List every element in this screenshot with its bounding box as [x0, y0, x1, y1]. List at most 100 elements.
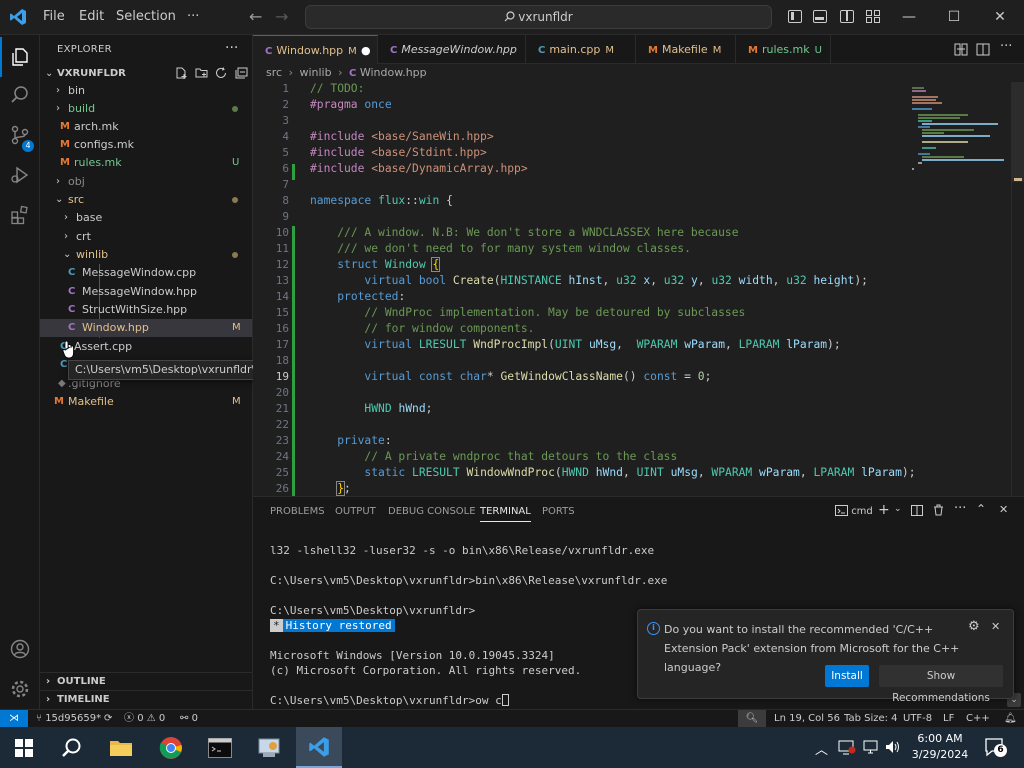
encoding[interactable]: UTF-8: [903, 710, 932, 727]
terminal-input[interactable]: C:\Users\vm5\Desktop\vxrunfldr>ow c: [270, 694, 502, 707]
tree-file-structwithsize-hpp[interactable]: C StructWithSize.hpp: [40, 301, 252, 319]
maximize-panel-icon[interactable]: ⌃: [976, 502, 986, 516]
tree-file-rules-mk[interactable]: M rules.mk U: [40, 154, 252, 172]
breadcrumb-item[interactable]: winlib: [299, 66, 331, 79]
command-center-search[interactable]: vxrunfldr: [305, 5, 772, 29]
tab-output[interactable]: OUTPUT: [335, 506, 376, 517]
line-ending[interactable]: LF: [943, 710, 954, 727]
close-window-button[interactable]: ✕: [977, 6, 1023, 28]
minimize-button[interactable]: —: [886, 6, 932, 28]
tree-file-messagewindow-cpp[interactable]: C MessageWindow.cpp: [40, 264, 252, 282]
tab-debug-console[interactable]: DEBUG CONSOLE: [388, 506, 476, 517]
remote-indicator-icon[interactable]: ⋊: [0, 710, 28, 727]
vscode-taskbar-icon[interactable]: [296, 727, 342, 768]
install-button[interactable]: Install: [825, 665, 869, 687]
tab-ports[interactable]: PORTS: [542, 506, 575, 517]
windows-start-icon[interactable]: [1, 727, 47, 768]
minimap[interactable]: [908, 84, 1018, 180]
zoom-search-icon[interactable]: 🔍︎: [738, 710, 766, 727]
sync-icon[interactable]: ⟳: [104, 710, 112, 727]
tree-file-window-hpp[interactable]: C Window.hpp M: [40, 319, 252, 337]
back-icon[interactable]: ←: [249, 7, 262, 26]
toggle-secondary-sidebar-icon[interactable]: [840, 10, 854, 23]
terminal-prompt[interactable]: C:\Users\vm5\Desktop\vxrunfldr>ow c: [270, 694, 509, 707]
timeline-section[interactable]: › TIMELINE: [40, 690, 252, 708]
breadcrumb-item[interactable]: src: [266, 66, 282, 79]
close-panel-icon[interactable]: ✕: [999, 503, 1008, 516]
tree-folder-build[interactable]: › build: [40, 100, 252, 118]
tree-folder-crt[interactable]: › crt: [40, 228, 252, 246]
tree-file-messagewindow-hpp[interactable]: C MessageWindow.hpp: [40, 283, 252, 301]
tray-chevron-up-icon[interactable]: ︿: [815, 739, 828, 758]
git-branch[interactable]: ⑂ 15d95659*: [36, 710, 101, 727]
panel-more-actions-icon[interactable]: ···: [954, 501, 966, 516]
control-panel-taskbar-icon[interactable]: [246, 727, 292, 768]
tree-folder-winlib[interactable]: ⌄ winlib: [40, 246, 252, 264]
collapse-all-icon[interactable]: [235, 67, 248, 79]
breadcrumb-item[interactable]: Window.hpp: [360, 66, 427, 79]
new-file-icon[interactable]: [175, 67, 188, 79]
ports-indicator[interactable]: ⚯ 0: [180, 710, 198, 727]
menu-selection[interactable]: Selection: [116, 9, 176, 24]
toggle-primary-sidebar-icon[interactable]: [788, 10, 802, 23]
terminal-profile[interactable]: cmd: [835, 505, 873, 517]
tree-file-makefile[interactable]: M Makefile M: [40, 393, 252, 411]
split-terminal-icon[interactable]: [911, 505, 923, 516]
editor-more-actions-icon[interactable]: ···: [1000, 39, 1012, 54]
tray-network-icon[interactable]: [838, 740, 856, 755]
taskbar-clock[interactable]: 6:00 AM 3/29/2024: [905, 731, 975, 763]
forward-icon[interactable]: →: [275, 7, 288, 26]
extensions-icon[interactable]: [0, 195, 40, 235]
source-control-icon[interactable]: 4: [0, 115, 40, 155]
tab-makefile[interactable]: M Makefile M: [636, 35, 736, 64]
unsaved-dot-icon[interactable]: ●: [361, 36, 371, 65]
split-editor-icon[interactable]: [976, 43, 990, 56]
tab-rules-mk[interactable]: Mrules.mk U: [736, 35, 831, 64]
show-recommendations-button[interactable]: Show Recommendations: [879, 665, 1003, 704]
notifications-bell-icon[interactable]: 🔔︎: [1004, 710, 1017, 727]
editor-scrollbar[interactable]: [1011, 82, 1024, 496]
tree-folder-src[interactable]: ⌄ src: [40, 191, 252, 209]
tab-problems[interactable]: PROBLEMS: [270, 506, 325, 517]
trash-icon[interactable]: [933, 504, 944, 516]
taskbar-search-icon[interactable]: [49, 727, 95, 768]
cmd-taskbar-icon[interactable]: [197, 727, 243, 768]
problems-indicator[interactable]: ⓧ 0 ⚠ 0: [124, 710, 165, 727]
tree-file-arch-mk[interactable]: M arch.mk: [40, 118, 252, 136]
customize-layout-icon[interactable]: [866, 10, 880, 23]
toast-close-button[interactable]: ✕: [991, 620, 1000, 633]
tab-main-cpp[interactable]: Cmain.cpp M: [526, 35, 636, 64]
tree-folder-bin[interactable]: › bin: [40, 82, 252, 100]
chrome-taskbar-icon[interactable]: [148, 727, 194, 768]
refresh-icon[interactable]: [215, 67, 228, 79]
tab-window-hpp[interactable]: C Window.hpp M ●: [253, 35, 378, 64]
tab-size[interactable]: Tab Size: 4: [844, 710, 898, 727]
menu-more[interactable]: ···: [187, 9, 199, 24]
outline-section[interactable]: › OUTLINE: [40, 672, 252, 690]
accounts-icon[interactable]: [0, 629, 40, 669]
menu-file[interactable]: File: [43, 9, 65, 24]
explorer-more-actions-icon[interactable]: ···: [225, 40, 238, 56]
maximize-button[interactable]: ☐: [931, 6, 977, 28]
toggle-panel-icon[interactable]: [813, 10, 827, 23]
code-editor[interactable]: 1 2 3 4 5 6 7 8 9 10 11 12 13 14 15 16 1…: [253, 82, 1024, 496]
cursor-position[interactable]: Ln 19, Col 56: [774, 710, 840, 727]
chevron-down-icon[interactable]: ⌄: [894, 504, 902, 514]
explorer-icon[interactable]: [0, 37, 40, 77]
tab-terminal[interactable]: TERMINAL: [480, 506, 531, 522]
new-terminal-icon[interactable]: +: [878, 502, 890, 518]
tray-volume-icon[interactable]: [885, 740, 901, 754]
toast-gear-icon[interactable]: ⚙: [968, 619, 980, 634]
new-folder-icon[interactable]: [195, 67, 208, 79]
tree-folder-obj[interactable]: › obj: [40, 173, 252, 191]
manage-gear-icon[interactable]: [0, 669, 40, 709]
tab-messagewindow-hpp[interactable]: C MessageWindow.hpp: [378, 35, 526, 64]
language-mode[interactable]: C++: [966, 710, 990, 727]
search-view-icon[interactable]: [0, 75, 40, 115]
tree-file-configs-mk[interactable]: M configs.mk: [40, 136, 252, 154]
menu-edit[interactable]: Edit: [79, 9, 104, 24]
tray-monitor-icon[interactable]: [863, 740, 879, 754]
run-debug-icon[interactable]: [0, 155, 40, 195]
compare-changes-icon[interactable]: [954, 43, 968, 56]
file-explorer-taskbar-icon[interactable]: [98, 727, 144, 768]
